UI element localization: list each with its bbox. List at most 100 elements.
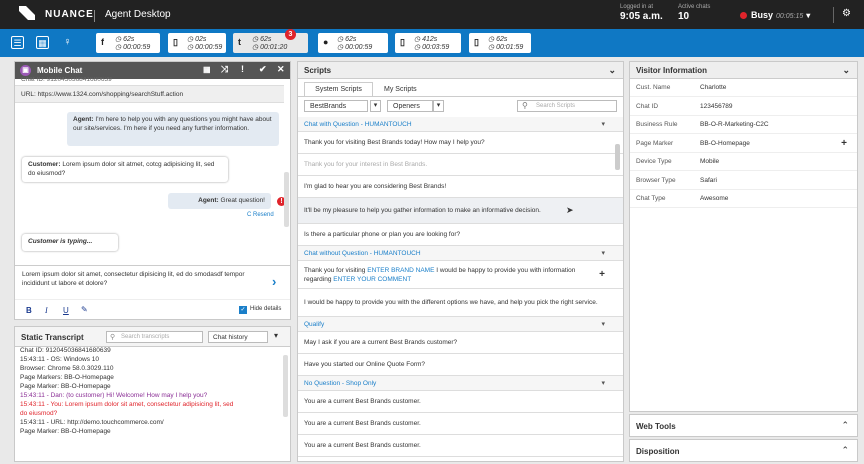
agent-label: Agent: [198,197,219,204]
web-tools-section[interactable]: Web Tools ⌃ [629,414,858,437]
category-filter-select[interactable]: Openers [387,100,433,112]
script-category[interactable]: Chat without Question - HUMANTOUCH ▾ [298,246,623,261]
lightbulb-icon[interactable]: ♀ [61,36,74,49]
tab-system-scripts[interactable]: System Scripts [304,82,373,96]
chat-chip[interactable]: t ◷ 62s ◷ 00:01:20 3 [233,29,308,53]
bold-button[interactable]: B [26,306,32,315]
message-draft-text[interactable]: Lorem ipsum dolor sit amet, consectetur … [22,271,257,288]
script-item[interactable]: You are a current Best Brands customer. [298,435,623,457]
chip-wait: ◷ 02s [187,36,207,43]
category-filter-value: Openers [393,103,420,110]
script-item[interactable]: You are a current Best Brands customer. [298,413,623,435]
calendar-icon[interactable]: ▦ [36,36,49,49]
plus-icon[interactable]: + [841,138,847,149]
check-icon[interactable]: ✔ [259,64,267,75]
script-item[interactable]: May I ask if you are a current Best Bran… [298,332,623,354]
brand-filter-select[interactable]: BestBrands [304,100,368,112]
chip-wait-value: 62s [123,36,135,43]
agent-message-text: Great question! [220,197,265,204]
script-item[interactable]: Thank you for visiting Best Brands today… [298,132,623,154]
chip-wait: ◷ 62s [252,36,272,43]
chat-chip[interactable]: f ◷ 62s ◷ 00:00:59 [96,33,160,53]
script-item[interactable]: You are a current Best Brands customer. [298,391,623,413]
chip-duration: ◷ 00:01:59 [488,44,524,51]
transcript-line: Page Markers: BB-O-Homepage [20,374,114,381]
plus-icon[interactable]: + [599,269,605,280]
calendar-icon[interactable]: ▦ [203,65,211,74]
tab-my-scripts[interactable]: My Scripts [384,83,417,96]
transcript-search-input[interactable]: ⚲ Search transcripts [106,331,203,343]
status-label: Busy [751,10,774,20]
chevron-down-icon[interactable]: ▾ [601,320,605,328]
alert-icon[interactable]: ! [241,64,244,74]
chevron-down-icon[interactable]: ⌄ [842,65,850,76]
divider [833,7,834,23]
script-category[interactable]: Qualify ▾ [298,317,623,332]
chevron-up-icon[interactable]: ⌃ [841,420,849,431]
visitor-row: Device Type Mobile [630,153,857,171]
chevron-down-icon[interactable]: ▾ [601,249,605,257]
chat-history-select[interactable]: Chat history [208,331,268,343]
message-input[interactable]: Lorem ipsum dolor sit amet, consectetur … [15,265,290,299]
mobile-chat-panel: ▣ Mobile Chat ▦ ⤨ ! ✔ ✕ Chat ID: 9120450… [14,61,291,320]
chat-chip[interactable]: ● ◷ 62s ◷ 00:00:59 [318,33,388,53]
transcript-scrollbar[interactable] [283,355,288,417]
transcript-line: Chat ID: 912045036841680639 [20,347,111,354]
chat-scrollbar[interactable] [284,172,289,227]
visitor-row: Cust. Name Charlotte [630,79,857,97]
chevron-down-icon[interactable]: ▾ [601,379,605,387]
script-category[interactable]: No Question - Shop Only ▾ [298,376,623,391]
italic-button[interactable]: I [45,306,48,315]
chat-id-text: Chat ID: 912045036841680639 [21,77,112,82]
transfer-icon[interactable]: ⤨ [221,64,228,75]
chevron-down-icon[interactable]: ▾ [370,100,381,112]
chevron-up-icon[interactable]: ⌃ [841,445,849,456]
script-item[interactable]: I would be happy to provide you with the… [298,289,623,317]
chevron-down-icon[interactable]: ▾ [601,120,605,128]
script-item[interactable]: Have you started our Online Quote Form? [298,354,623,376]
visitor-row: Browser Type Safari [630,172,857,190]
script-item-text: Thank you for visiting Best Brands today… [304,139,485,146]
scripts-scrollbar[interactable] [615,144,620,170]
visitor-info-header: Visitor Information ⌄ [630,62,857,79]
script-item-text: You are a current Best Brands customer. [304,398,421,405]
chat-chip[interactable]: ▯ ◷ 02s ◷ 00:00:59 [168,33,226,53]
transcript-title: Static Transcript [21,333,84,342]
agent-label: Agent: [73,116,94,123]
chat-chip[interactable]: ▯ ◷ 412s ◷ 00:03:59 [395,33,461,53]
script-item-text: Have you started our Online Quote Form? [304,361,426,368]
chip-duration-value: 00:00:59 [123,44,151,51]
transcript-lines: Chat ID: 912045036841680639 15:43:11 - OS… [20,346,280,461]
transcript-line: Page Marker: BB-O-Homepage [20,383,111,390]
script-item[interactable]: Is there a particular phone or plan you … [298,224,623,246]
transcript-line: 15:43:11 - Dan: (to customer) Hi! Welcom… [20,392,208,399]
web-tools-title: Web Tools [636,422,676,431]
channel-icon: ▯ [173,37,178,47]
pencil-icon[interactable]: ✎ [81,305,88,314]
url-bar: URL: https://www.1324.com/shopping/searc… [15,85,284,103]
underline-button[interactable]: U [63,306,69,315]
chevron-down-icon[interactable]: ⌄ [608,65,616,76]
close-icon[interactable]: ✕ [277,64,285,75]
status-dropdown[interactable]: Busy 00:05:15 ▾ [740,10,810,20]
channel-icon: ▯ [474,37,479,47]
gear-icon[interactable]: ⚙ [842,8,851,19]
resend-link[interactable]: C Resend [247,212,274,218]
hide-details-checkbox[interactable]: ✓ [239,306,247,314]
visitor-row: Chat Type Awesome [630,190,857,208]
chat-chip[interactable]: ▯ ◷ 62s ◷ 00:01:59 [469,33,531,53]
channel-icon: f [101,37,104,47]
disposition-section[interactable]: Disposition ⌃ [629,439,858,462]
send-arrow-icon[interactable]: › [272,274,276,289]
script-item[interactable]: Thank you for your interest in Best Bran… [298,154,623,176]
chevron-down-icon[interactable]: ▾ [274,331,278,340]
script-item[interactable]: I'm glad to hear you are considering Bes… [298,176,623,198]
script-search-input[interactable]: ⚲ Search Scripts [517,100,617,112]
script-item[interactable]: Thank you for visiting ENTER BRAND NAME … [298,261,623,289]
script-item[interactable]: It'll be my pleasure to help you gather … [298,198,623,224]
chat-messages: Chat ID: 912045036841680639 URL: https:/… [15,77,290,319]
contact-card-icon[interactable]: ☰ [11,36,24,49]
chevron-down-icon[interactable]: ▾ [433,100,444,112]
divider [94,10,95,22]
script-category[interactable]: Chat with Question - HUMANTOUCH ▾ [298,117,623,132]
